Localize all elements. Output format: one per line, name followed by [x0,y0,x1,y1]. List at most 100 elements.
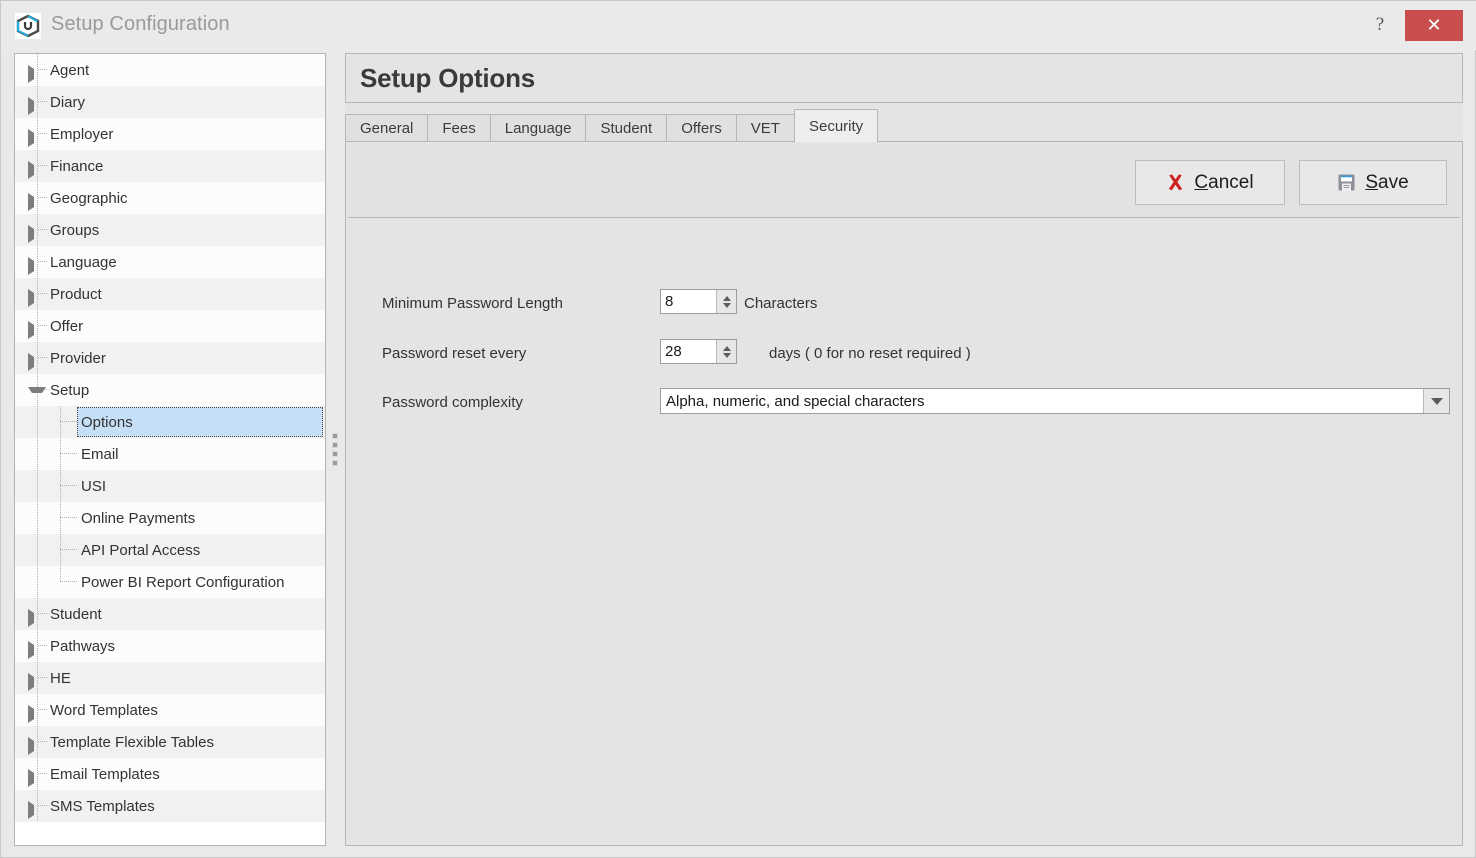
tree-connector-line [37,534,38,566]
tree-collapse-arrow-icon[interactable] [28,129,44,147]
tree-connector-line [60,453,78,454]
tree-item-label: Diary [50,94,85,111]
tree-item-agent[interactable]: Agent [15,54,325,86]
tree-collapse-arrow-icon[interactable] [28,705,44,723]
tree-item-label: Setup [50,382,89,399]
tree-collapse-arrow-icon[interactable] [28,193,44,211]
tab-fees[interactable]: Fees [427,114,490,141]
tree-item-email-templates[interactable]: Email Templates [15,758,325,790]
tree-collapse-arrow-icon[interactable] [28,257,44,275]
tree-item-label: HE [50,670,71,687]
tab-language[interactable]: Language [490,114,587,141]
tree-item-online-payments[interactable]: Online Payments [15,502,325,534]
stepper-up-icon[interactable] [723,346,731,351]
tree-collapse-arrow-icon[interactable] [28,353,44,371]
tree-item-label: SMS Templates [50,798,155,815]
navigation-tree[interactable]: Agent Diary EmployerFinanceGeographicGroup… [14,53,326,846]
password-reset-every-input[interactable] [661,340,716,363]
title-bar: Setup Configuration ? ✕ [1,1,1476,50]
tab-strip[interactable]: General Fees Language StudentOffersVETSecur… [345,108,1463,141]
tab-label: Language [505,120,572,137]
close-button[interactable]: ✕ [1405,10,1463,41]
tree-collapse-arrow-icon[interactable] [28,97,44,115]
splitter-grip-icon [333,434,337,465]
min-password-length-suffix: Characters [744,295,817,312]
tree-item-offer[interactable]: Offer [15,310,325,342]
tree-item-groups[interactable]: Groups [15,214,325,246]
cancel-button[interactable]: Cancel [1135,160,1285,205]
password-complexity-value: Alpha, numeric, and special characters [661,389,1423,413]
tree-item-setup[interactable]: Setup [15,374,325,406]
stepper-down-icon[interactable] [723,303,731,308]
tree-connector-line [37,502,38,534]
tree-collapse-arrow-icon[interactable] [28,801,44,819]
tree-item-template-flexible-tables[interactable]: Template Flexible Tables [15,726,325,758]
tree-item-options[interactable]: Options [15,406,325,438]
page-title: Setup Options [360,63,535,94]
tree-expand-arrow-icon[interactable] [28,387,46,403]
tree-item-label: Word Templates [50,702,158,719]
password-reset-every-stepper-buttons[interactable] [716,340,736,363]
tree-collapse-arrow-icon[interactable] [28,673,44,691]
tree-item-api-portal-access[interactable]: API Portal Access [15,534,325,566]
tab-security[interactable]: Security [794,109,878,142]
cancel-label-rest: ancel [1208,172,1253,193]
tree-item-power-bi-report-configuration[interactable]: Power BI Report Configuration [15,566,325,598]
tab-vet[interactable]: VET [736,114,795,141]
tab-label: Fees [442,120,475,137]
tree-item-diary[interactable]: Diary [15,86,325,118]
tree-collapse-arrow-icon[interactable] [28,641,44,659]
tab-general[interactable]: General [345,114,428,141]
tree-item-label: Template Flexible Tables [50,734,214,751]
tree-item-he[interactable]: HE [15,662,325,694]
min-password-length-input[interactable] [661,290,716,313]
tab-offers[interactable]: Offers [666,114,737,141]
tree-connector-line [60,549,78,550]
help-button[interactable]: ? [1361,7,1399,43]
tree-collapse-arrow-icon[interactable] [28,225,44,243]
tab-student[interactable]: Student [585,114,667,141]
tree-item-student[interactable]: Student [15,598,325,630]
main-pane: Setup Options General Fees Language Student… [345,53,1463,846]
tree-item-label: Online Payments [81,510,195,527]
tree-collapse-arrow-icon[interactable] [28,769,44,787]
password-reset-every-suffix: days ( 0 for no reset required ) [769,345,971,362]
tree-item-geographic[interactable]: Geographic [15,182,325,214]
stepper-up-icon[interactable] [723,296,731,301]
tree-connector-line [60,421,78,422]
password-reset-every-stepper[interactable] [660,339,737,364]
tree-item-word-templates[interactable]: Word Templates [15,694,325,726]
tree-item-finance[interactable]: Finance [15,150,325,182]
tree-connector-line [37,438,38,470]
tree-item-email[interactable]: Email [15,438,325,470]
tree-collapse-arrow-icon[interactable] [28,161,44,179]
stepper-down-icon[interactable] [723,353,731,358]
tree-item-language[interactable]: Language [15,246,325,278]
tree-collapse-arrow-icon[interactable] [28,289,44,307]
tab-label: General [360,120,413,137]
password-complexity-select[interactable]: Alpha, numeric, and special characters [660,388,1450,414]
tree-item-product[interactable]: Product [15,278,325,310]
password-complexity-dropdown-button[interactable] [1423,389,1449,413]
pane-splitter[interactable] [328,53,342,846]
tree-item-employer[interactable]: Employer [15,118,325,150]
tree-connector-line [60,566,61,582]
tree-collapse-arrow-icon[interactable] [28,321,44,339]
tree-collapse-arrow-icon[interactable] [28,737,44,755]
tree-collapse-arrow-icon[interactable] [28,609,44,627]
tree-item-pathways[interactable]: Pathways [15,630,325,662]
save-accel-letter: S [1365,172,1378,193]
tree-item-label: Language [50,254,117,271]
tree-item-usi[interactable]: USI [15,470,325,502]
min-password-length-stepper-buttons[interactable] [716,290,736,313]
save-button[interactable]: Save [1299,160,1447,205]
tree-item-provider[interactable]: Provider [15,342,325,374]
password-reset-every-label: Password reset every [382,345,526,362]
tree-item-sms-templates[interactable]: SMS Templates [15,790,325,822]
tree-collapse-arrow-icon[interactable] [28,65,44,83]
chevron-down-icon [1431,398,1443,405]
tree-connector-line [60,485,78,486]
min-password-length-stepper[interactable] [660,289,737,314]
floppy-disk-icon [1337,173,1356,192]
tree-connector-line [37,470,38,502]
